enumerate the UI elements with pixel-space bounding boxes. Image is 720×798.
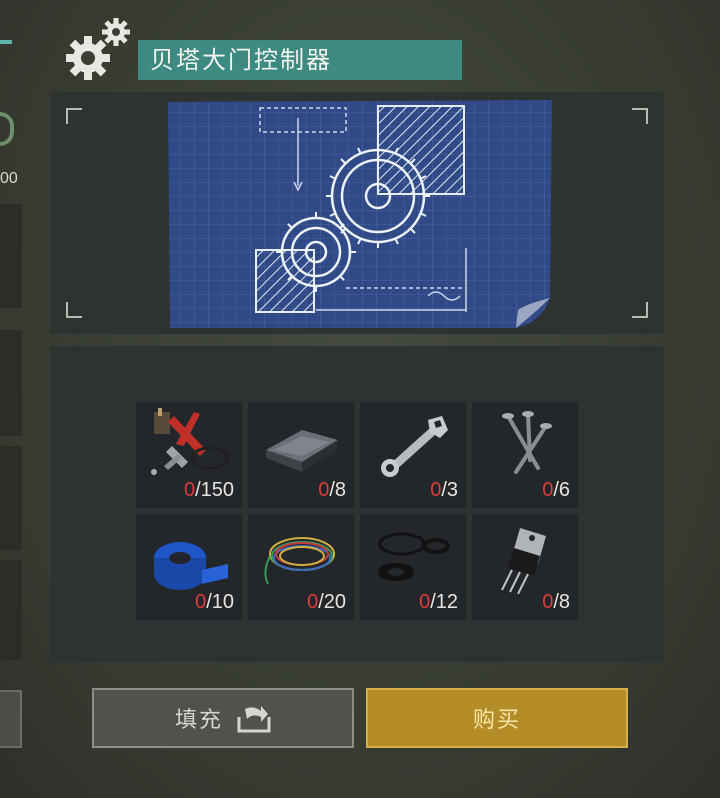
- frame-corner: [632, 108, 648, 124]
- left-slot[interactable]: [0, 330, 22, 436]
- material-count: 0/150: [183, 479, 234, 501]
- left-slot[interactable]: [0, 560, 22, 660]
- frame-corner: [66, 302, 82, 318]
- material-slot-wrench[interactable]: 0/3: [360, 402, 466, 508]
- materials-panel: 0/150 0/8 0/3 0/6 0/10 0/20 0/12 0/8: [50, 346, 664, 662]
- left-slot[interactable]: [0, 446, 22, 550]
- left-partial-button[interactable]: [0, 690, 22, 748]
- fill-button[interactable]: 填充: [92, 688, 354, 748]
- left-item-column: 00: [0, 0, 24, 798]
- material-count: 0/10: [195, 591, 234, 613]
- tape-icon: [154, 542, 228, 590]
- material-count: 0/12: [419, 591, 458, 613]
- material-count: 0/8: [542, 591, 570, 613]
- materials-grid: 0/150 0/8 0/3 0/6 0/10 0/20 0/12 0/8: [136, 402, 578, 620]
- material-slot-wire[interactable]: 0/20: [248, 514, 354, 620]
- wire-icon: [264, 537, 335, 585]
- fill-button-label: 填充: [174, 708, 223, 733]
- gears-icon: [66, 18, 130, 80]
- material-count: 0/3: [430, 479, 458, 501]
- material-count: 0/8: [318, 479, 346, 501]
- nails-icon: [502, 411, 552, 474]
- pliers-icon: [151, 408, 230, 475]
- material-count: 0/6: [542, 479, 570, 501]
- buy-button[interactable]: 购买: [366, 688, 628, 748]
- fill-tray-icon: [237, 706, 271, 733]
- blueprint-gears-icon: [168, 100, 552, 328]
- buy-button-label: 购买: [472, 708, 521, 733]
- left-item-icon: [0, 112, 14, 146]
- frame-corner: [632, 302, 648, 318]
- material-slot-transistor[interactable]: 0/8: [472, 514, 578, 620]
- left-item-count: 00: [0, 170, 18, 187]
- rings-icon: [378, 532, 450, 581]
- frame-corner: [66, 108, 82, 124]
- material-slot-nails[interactable]: 0/6: [472, 402, 578, 508]
- left-accent-bar: [0, 40, 12, 44]
- material-slot-tape[interactable]: 0/10: [136, 514, 242, 620]
- material-slot-rings[interactable]: 0/12: [360, 514, 466, 620]
- material-slot-ingot[interactable]: 0/8: [248, 402, 354, 508]
- ingot-icon: [266, 430, 338, 472]
- item-title: 贝塔大门控制器: [138, 40, 462, 80]
- material-slot-pliers[interactable]: 0/150: [136, 402, 242, 508]
- blueprint-panel: [50, 92, 664, 334]
- material-count: 0/20: [307, 591, 346, 613]
- left-slot[interactable]: [0, 204, 22, 308]
- wrench-icon: [381, 416, 448, 477]
- transistor-icon: [501, 528, 546, 594]
